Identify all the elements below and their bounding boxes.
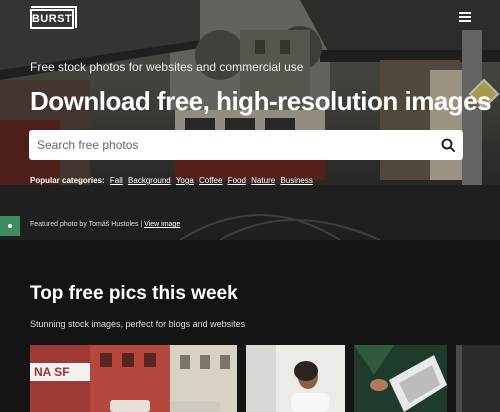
photo-thumbnail-street[interactable]: NA SF [30, 345, 237, 412]
category-link-food[interactable]: Food [228, 176, 246, 185]
category-link-fall[interactable]: Fall [110, 176, 123, 185]
search-input[interactable] [29, 130, 433, 160]
photo-thumbnail-partial[interactable] [456, 345, 500, 412]
popular-categories: Popular categories: Fall Background Yoga… [30, 176, 316, 185]
search-icon[interactable] [433, 130, 463, 160]
photo-thumbnail-reading[interactable] [354, 345, 447, 412]
reading-photo-graphic [354, 345, 447, 412]
featured-photo-credit: Featured photo by Tomáš Hustoles | View … [30, 221, 180, 228]
hero-banner: BURST Free stock photos for websites and… [0, 0, 500, 240]
credit-text: Featured photo by Tomáš Hustoles | [30, 221, 143, 228]
category-link-business[interactable]: Business [280, 176, 312, 185]
search-bar [29, 130, 463, 160]
category-link-coffee[interactable]: Coffee [199, 176, 222, 185]
photo-thumbnail-portrait[interactable] [246, 345, 345, 412]
category-link-nature[interactable]: Nature [251, 176, 275, 185]
street-photo-graphic: NA SF [30, 345, 237, 412]
hero-headline: Download free, high-resolution images [30, 86, 492, 116]
category-link-background[interactable]: Background [128, 176, 171, 185]
feedback-tab[interactable] [0, 216, 20, 236]
category-link-yoga[interactable]: Yoga [176, 176, 194, 185]
categories-label: Popular categories: [30, 176, 105, 185]
dot-icon [8, 224, 12, 228]
portrait-photo-graphic [246, 345, 345, 412]
hero-tagline: Free stock photos for websites and comme… [30, 60, 304, 74]
section-title: Top free pics this week [30, 283, 238, 304]
partial-photo-graphic [456, 345, 500, 412]
store-sign-text: NA SF [34, 365, 70, 379]
burst-logo[interactable]: BURST [30, 6, 77, 29]
view-image-link[interactable]: View image [144, 221, 180, 228]
section-subtitle: Stunning stock images, perfect for blogs… [30, 319, 246, 329]
hamburger-menu-icon[interactable] [459, 12, 471, 22]
hero-overlay [0, 0, 500, 240]
